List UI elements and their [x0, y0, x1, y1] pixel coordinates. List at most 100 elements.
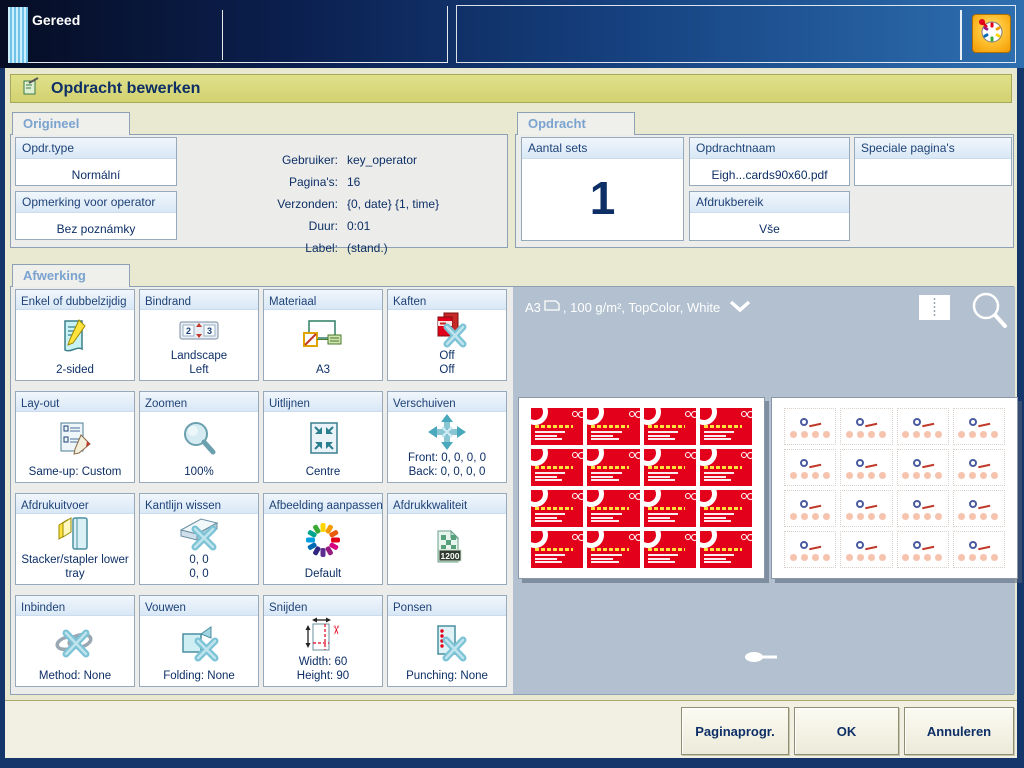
color-settings-button[interactable] [972, 14, 1011, 53]
binding-icon [16, 616, 134, 670]
finishing-tile[interactable]: Uitlijnen Centre [263, 391, 383, 483]
align-icon [264, 412, 382, 466]
finishing-tile[interactable]: Zoomen 100% [139, 391, 259, 483]
opdracht-body: Aantal sets 1 Opdrachtnaam Eigh...cards9… [515, 134, 1014, 248]
job-name-field[interactable]: Opdrachtnaam Eigh...cards90x60.pdf [689, 137, 850, 186]
origineel-body: Opdr.type Normální Opmerking voor operat… [10, 134, 508, 248]
business-card-back: ✂ [953, 408, 1005, 445]
svg-text:2: 2 [186, 326, 191, 336]
tab-afwerking[interactable]: Afwerking [12, 264, 130, 287]
tab-opdracht[interactable]: Opdracht [517, 112, 635, 135]
section-afwerking: Afwerking Enkel of dubbelzijdig 2-sided … [10, 264, 1014, 695]
info-label: Pagina's: [193, 171, 338, 193]
business-card-back: ✂ [953, 449, 1005, 486]
topbar-divider [222, 10, 223, 60]
tile-label: Zoomen [145, 398, 187, 410]
spread-view-icon[interactable] [919, 295, 950, 325]
shift-icon [388, 412, 506, 452]
business-card-front: ✂ [531, 408, 583, 445]
binding-edge-icon: 2 3 [140, 310, 258, 350]
print-quality-icon: 1200 [388, 514, 506, 581]
finishing-tile[interactable]: Enkel of dubbelzijdig 2-sided [15, 289, 135, 381]
field-label: Opmerking voor operator [16, 192, 176, 213]
finishing-tile[interactable]: Snijden ✂ Width: 60Height: 90 [263, 595, 383, 687]
info-value: {0, date} {1, time} [347, 193, 439, 215]
info-label: Gebruiker: [193, 149, 338, 171]
tile-label: Materiaal [269, 296, 316, 308]
section-origineel: Origineel Opdr.type Normální Opmerking v… [10, 112, 508, 248]
chevron-down-icon[interactable] [729, 300, 751, 315]
paper-specs-text: , 100 g/m², TopColor, White [563, 300, 720, 315]
info-value: key_operator [347, 149, 417, 171]
erase-margin-icon [140, 514, 258, 554]
finishing-tile[interactable]: Afbeelding aanpassen Default [263, 493, 383, 585]
finishing-tile[interactable]: Kaften OffOff [387, 289, 507, 381]
business-card-front: ✂ [644, 531, 696, 568]
info-label: Label: [193, 237, 338, 259]
field-value: Normální [16, 168, 176, 182]
front-cards-grid: ✂✂✂✂✂✂✂✂✂✂✂✂✂✂✂✂ [531, 408, 752, 568]
tile-label: Afbeelding aanpassen [269, 500, 383, 512]
tile-value: Width: 60 [264, 656, 382, 670]
finishing-tile[interactable]: Kantlijn wissen 0, 00, 0 [139, 493, 259, 585]
tile-value: Off [388, 364, 506, 378]
tile-value: tray [16, 568, 134, 582]
operator-note-field[interactable]: Opmerking voor operator Bez poznámky [15, 191, 177, 240]
two-sided-icon [16, 310, 134, 364]
tile-value: 0, 0 [140, 554, 258, 568]
ok-button[interactable]: OK [794, 707, 899, 755]
finishing-tile[interactable]: Afdrukkwaliteit 1200 [387, 493, 507, 585]
finishing-tile[interactable]: Verschuiven Front: 0, 0, 0, 0Back: 0, 0,… [387, 391, 507, 483]
tile-value: Centre [264, 466, 382, 480]
field-value: Bez poznámky [16, 222, 176, 236]
tile-label: Afdrukuitvoer [21, 500, 89, 512]
info-value: 16 [347, 171, 360, 193]
business-card-front: ✂ [644, 408, 696, 445]
tile-label: Afdrukkwaliteit [393, 500, 467, 512]
zoom-icon [140, 412, 258, 466]
page-title: Opdracht bewerken [51, 80, 200, 98]
tile-label: Uitlijnen [269, 398, 310, 410]
tile-value: Front: 0, 0, 0, 0 [388, 452, 506, 466]
afwerking-body: Enkel of dubbelzijdig 2-sided Bindrand 2… [10, 286, 1014, 695]
finishing-tile[interactable]: Bindrand 2 3 LandscapeLeft [139, 289, 259, 381]
tile-value: Off [388, 350, 506, 364]
output-tray-icon [16, 514, 134, 554]
finishing-tile[interactable]: Afdrukuitvoer Stacker/stapler lowertray [15, 493, 135, 585]
tile-label: Ponsen [393, 602, 432, 614]
tile-label: Verschuiven [393, 398, 456, 410]
finishing-tile[interactable]: Materiaal A3 [263, 289, 383, 381]
info-label: Duur: [193, 215, 338, 237]
job-type-field[interactable]: Opdr.type Normální [15, 137, 177, 186]
field-label: Afdrukbereik [690, 192, 849, 213]
number-of-sets-field[interactable]: Aantal sets 1 [521, 137, 684, 241]
tile-value: Stacker/stapler lower [16, 554, 134, 568]
cancel-button[interactable]: Annuleren [904, 707, 1014, 755]
finishing-tile[interactable]: Lay-out Same-up: Custom [15, 391, 135, 483]
business-card-back: ✂ [953, 490, 1005, 527]
topbar-divider [960, 10, 962, 60]
tile-label: Inbinden [21, 602, 65, 614]
tile-value: Same-up: Custom [16, 466, 134, 480]
page-program-button[interactable]: Paginaprogr. [681, 707, 789, 755]
info-value: 0:01 [347, 215, 370, 237]
business-card-front: ✂ [700, 531, 752, 568]
finishing-tile[interactable]: Inbinden Method: None [15, 595, 135, 687]
finishing-tile[interactable]: Ponsen Punching: None [387, 595, 507, 687]
tile-value: Default [264, 568, 382, 582]
topbar-segment [456, 5, 1016, 63]
tile-value: Folding: None [140, 670, 258, 684]
finishing-tile[interactable]: Vouwen Folding: None [139, 595, 259, 687]
dialog-title-bar: Opdracht bewerken [10, 74, 1012, 103]
job-info-row: Duur: 0:01 [193, 215, 498, 237]
business-card-back: ✂ [840, 490, 892, 527]
print-range-field[interactable]: Afdrukbereik Vše [689, 191, 850, 241]
special-pages-field[interactable]: Speciale pagina's [854, 137, 1012, 186]
tab-origineel[interactable]: Origineel [12, 112, 130, 135]
tile-value: Back: 0, 0, 0, 0 [388, 466, 506, 480]
paper-info-dropdown[interactable]: A3 , 100 g/m², TopColor, White [525, 299, 751, 315]
zoom-preview-icon[interactable] [968, 289, 1010, 336]
business-card-front: ✂ [700, 449, 752, 486]
business-card-front: ✂ [644, 490, 696, 527]
finishing-tiles-grid: Enkel of dubbelzijdig 2-sided Bindrand 2… [15, 289, 507, 687]
